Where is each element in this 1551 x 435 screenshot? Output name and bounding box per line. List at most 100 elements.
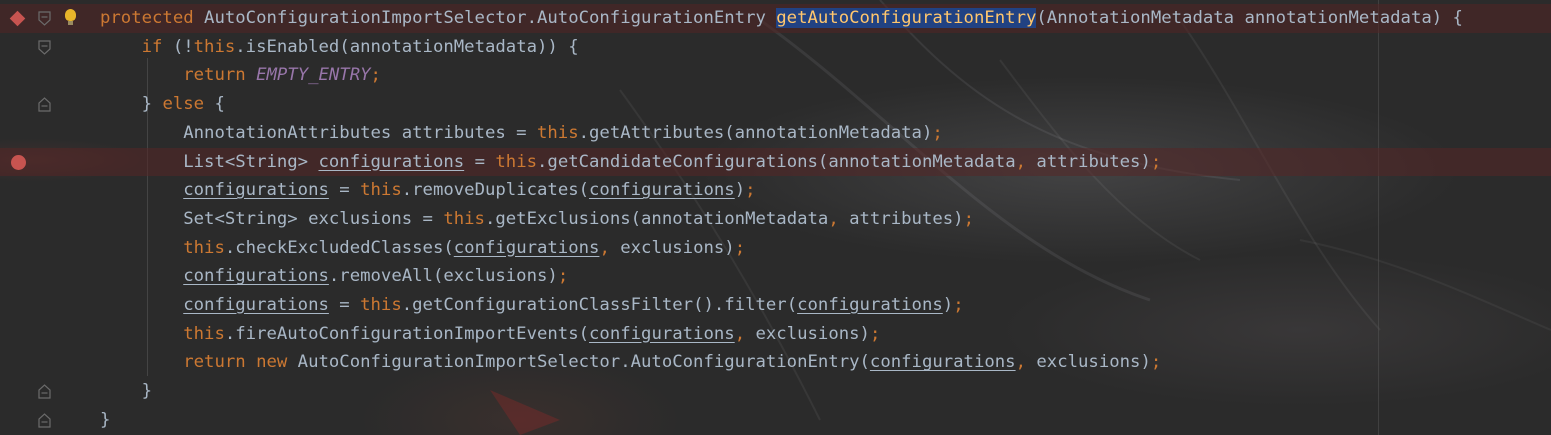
code-token: .getAttributes(annotationMetadata) [578,122,933,143]
code-text[interactable]: protected AutoConfigurationImportSelecto… [100,4,1463,33]
line-gutter[interactable] [0,234,80,263]
keyword-token: return new [183,352,288,373]
code-text[interactable]: return new AutoConfigurationImportSelect… [100,348,1161,377]
code-line[interactable]: List<String> configurations = this.getCa… [0,147,1551,177]
code-token: AnnotationAttributes attributes = [100,122,537,143]
code-text[interactable]: return EMPTY_ENTRY; [100,61,381,90]
fold-collapse-icon[interactable] [38,11,53,26]
line-gutter[interactable] [0,291,80,320]
variable-token: configurations [453,237,600,258]
lightbulb-icon[interactable] [65,9,76,25]
keyword-token: this [183,323,225,344]
line-gutter[interactable] [0,148,80,177]
code-line[interactable]: } [0,377,1551,406]
code-text[interactable]: configurations.removeAll(exclusions); [100,262,568,291]
line-gutter[interactable] [0,262,80,291]
code-line[interactable]: this.checkExcludedClasses(configurations… [0,234,1551,263]
variable-token: configurations [797,295,943,315]
code-token: } [100,381,153,402]
code-token: ; [745,180,756,201]
code-token: , [734,323,746,344]
code-line[interactable]: if (!this.isEnabled(annotationMetadata))… [0,33,1551,62]
code-text[interactable]: this.checkExcludedClasses(configurations… [100,234,745,263]
variable-token: configurations [589,323,735,344]
code-token: attributes) [838,208,964,229]
diamond-breakpoint-icon[interactable] [9,10,26,27]
code-token: attributes) [1026,151,1151,172]
keyword-token: if [141,36,163,57]
fold-end-icon[interactable] [38,412,53,428]
code-text[interactable]: List<String> configurations = this.getCa… [100,148,1161,177]
code-line[interactable]: return new AutoConfigurationImportSelect… [0,348,1551,377]
code-token: List<String> [100,151,319,172]
line-gutter[interactable] [0,119,80,148]
code-line[interactable]: configurations = this.removeDuplicates(c… [0,176,1551,205]
line-gutter[interactable] [0,33,80,62]
code-token: .removeAll(exclusions) [328,266,558,287]
code-line[interactable]: } [0,406,1551,435]
code-line[interactable]: protected AutoConfigurationImportSelecto… [0,4,1551,33]
code-text[interactable]: configurations = this.getConfigurationCl… [100,291,964,320]
code-token: , [1015,151,1027,172]
keyword-token: this [360,180,402,201]
code-text[interactable]: } else { [100,90,225,119]
code-token: = [328,180,361,201]
code-text[interactable]: } [100,406,110,435]
keyword-token: protected [100,8,194,28]
breakpoint-icon[interactable] [11,154,26,170]
keyword-token: this [183,237,225,258]
code-token: .isEnabled(annotationMetadata)) { [235,36,579,57]
fold-collapse-icon[interactable] [38,40,53,55]
code-editor[interactable]: protected AutoConfigurationImportSelecto… [0,0,1551,435]
keyword-token: this [193,36,236,57]
code-token: ; [953,295,964,315]
code-token: = [328,295,361,315]
line-gutter[interactable] [0,377,80,406]
line-gutter[interactable] [0,320,80,349]
fold-end-icon[interactable] [38,97,53,112]
code-line[interactable]: configurations = this.getConfigurationCl… [0,291,1551,320]
code-text[interactable]: } [100,377,152,406]
code-token: ; [869,323,881,344]
variable-token: configurations [318,151,465,172]
line-gutter[interactable] [0,348,80,377]
line-gutter[interactable] [0,205,80,234]
line-gutter[interactable] [0,4,80,33]
line-gutter[interactable] [0,90,80,119]
code-token: .fireAutoConfigurationImportEvents( [224,323,590,344]
code-line[interactable]: return EMPTY_ENTRY; [0,61,1551,90]
line-gutter[interactable] [0,176,80,205]
code-text[interactable]: if (!this.isEnabled(annotationMetadata))… [100,33,579,62]
code-token: (! [162,36,194,57]
line-gutter[interactable] [0,406,80,435]
code-text[interactable]: Set<String> exclusions = this.getExclusi… [100,205,974,234]
line-gutter[interactable] [0,61,80,90]
code-token: { [204,94,225,115]
code-token: AutoConfigurationImportSelector.AutoConf… [193,8,777,28]
keyword-token: this [536,122,579,143]
code-token: } [100,94,163,115]
code-line[interactable]: configurations.removeAll(exclusions); [0,262,1551,291]
code-line[interactable]: AnnotationAttributes attributes = this.g… [0,119,1551,148]
code-line[interactable]: } else { [0,90,1551,119]
code-token: ; [734,237,746,258]
code-line[interactable]: Set<String> exclusions = this.getExclusi… [0,205,1551,234]
fold-end-icon[interactable] [38,384,53,399]
code-text[interactable]: configurations = this.removeDuplicates(c… [100,176,756,205]
code-text[interactable]: AnnotationAttributes attributes = this.g… [100,119,943,148]
code-line[interactable]: this.fireAutoConfigurationImportEvents(c… [0,320,1551,349]
code-token: .checkExcludedClasses( [224,237,454,258]
code-text[interactable]: this.fireAutoConfigurationImportEvents(c… [100,320,880,349]
code-token: ; [1150,352,1162,373]
code-token: .getConfigurationClassFilter().filter( [401,295,798,315]
code-token: , [599,237,610,258]
code-token: AutoConfigurationImportSelector.AutoConf… [287,352,870,373]
variable-token: configurations [589,180,735,201]
code-token: , [828,208,839,229]
